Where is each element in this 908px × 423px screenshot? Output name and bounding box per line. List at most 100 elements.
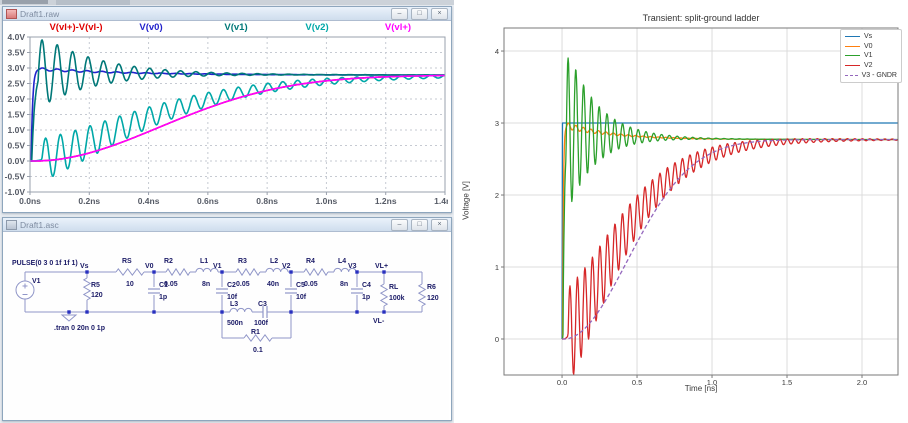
legend-label: Vs <box>864 33 872 40</box>
svg-text:0.6ns: 0.6ns <box>197 196 219 206</box>
schematic-canvas-area[interactable]: PULSE(0 3 0 1f 1f 1) V1 Vs RS 10 V0 R2 0.05 L1 8n… <box>3 232 449 420</box>
toolbar-fragment-piece <box>2 0 48 4</box>
legend-label: V2 <box>864 62 873 69</box>
schematic-label: 10f <box>296 294 307 301</box>
schematic-label: L4 <box>338 258 346 265</box>
waveform-legend-trace[interactable]: V(v1) <box>224 22 247 33</box>
schematic-label: V2 <box>282 263 291 270</box>
schematic-label: 10f <box>227 294 238 301</box>
schematic-label: R3 <box>238 258 247 265</box>
svg-text:3.0V: 3.0V <box>8 63 26 73</box>
svg-text:-1.0V: -1.0V <box>5 187 26 197</box>
figure-legend: Vs V0 V1 V2V3 - GNDR <box>840 29 902 83</box>
plot-grid <box>30 37 445 192</box>
minimize-button[interactable]: – <box>391 219 408 231</box>
schematic-label: 0.1 <box>253 347 263 354</box>
svg-text:3: 3 <box>495 119 499 128</box>
waveform-window-titlebar[interactable]: Draft1.raw – □ × <box>3 7 451 21</box>
schematic-label: 0.05 <box>304 281 318 288</box>
schematic-label: 8n <box>340 281 348 288</box>
schematic-label: Vs <box>80 263 89 270</box>
legend-label: V0 <box>864 43 873 50</box>
schematic-window: Draft1.asc – □ × PULSE(0 3 0 1f 1f 1) V1 V… <box>2 217 452 421</box>
legend-entry: V0 <box>845 42 897 52</box>
schematic-label: 1p <box>159 294 167 301</box>
restore-button[interactable]: □ <box>411 8 428 20</box>
schematic-label: R4 <box>306 258 315 265</box>
schematic-label: L1 <box>200 258 208 265</box>
toolbar-fragment-piece <box>56 0 130 5</box>
waveform-legend-trace[interactable]: V(v0) <box>139 22 162 33</box>
close-button[interactable]: × <box>431 219 448 231</box>
waveform-window: Draft1.raw – □ × V(vl+)-V(vl-) V(v0) V(v1)… <box>2 6 452 213</box>
x-axis-label: Time [ns] <box>504 384 898 393</box>
schematic-label: 120 <box>427 295 439 302</box>
desktop-left-pane: Draft1.raw – □ × V(vl+)-V(vl-) V(v0) V(v1)… <box>0 0 454 423</box>
waveform-canvas[interactable]: 0.0ns0.2ns0.4ns0.6ns0.8ns1.0ns1.2ns1.4ns… <box>4 34 448 210</box>
legend-entry: V3 - GNDR <box>845 70 897 80</box>
restore-button[interactable]: □ <box>411 219 428 231</box>
svg-text:0.2ns: 0.2ns <box>78 196 100 206</box>
schematic-file-icon <box>6 220 17 230</box>
legend-entry: V2 <box>845 61 897 71</box>
schematic-label: R5 <box>91 282 100 289</box>
waveform-file-icon <box>6 9 17 19</box>
schematic-label: PULSE(0 3 0 1f 1f 1) <box>12 260 78 267</box>
schematic-label: V1 <box>213 263 222 270</box>
waveform-legend-trace[interactable]: V(v2) <box>305 22 328 33</box>
svg-text:1.0V: 1.0V <box>8 125 26 135</box>
schematic-label: L2 <box>270 258 278 265</box>
schematic-label: 40n <box>267 281 279 288</box>
waveform-legend-trace[interactable]: V(vl+) <box>385 22 411 33</box>
svg-text:-0.5V: -0.5V <box>5 172 26 182</box>
schematic-canvas[interactable]: PULSE(0 3 0 1f 1f 1) V1 Vs RS 10 V0 R2 0.05 L1 8n… <box>4 232 448 418</box>
legend-swatch <box>845 65 860 66</box>
svg-text:1.5V: 1.5V <box>8 110 26 120</box>
svg-text:2.5V: 2.5V <box>8 79 26 89</box>
schematic-label: 8n <box>202 281 210 288</box>
toolbar-fragment <box>0 0 454 5</box>
svg-text:1.0ns: 1.0ns <box>316 196 338 206</box>
legend-swatch <box>845 55 860 56</box>
schematic-label: R1 <box>251 329 260 336</box>
waveform-plot-area[interactable]: V(vl+)-V(vl-) V(v0) V(v1) V(v2) V(vl+) 0.0ns… <box>3 21 449 211</box>
y-axis-label: Voltage [V] <box>462 151 471 251</box>
schematic-window-titlebar[interactable]: Draft1.asc – □ × <box>3 218 451 232</box>
schematic-label: .tran 0 20n 0 1p <box>54 325 105 332</box>
svg-text:0.0V: 0.0V <box>8 156 26 166</box>
screenshot-root: Draft1.raw – □ × V(vl+)-V(vl-) V(v0) V(v1)… <box>0 0 908 423</box>
plot-series <box>30 40 445 176</box>
legend-swatch <box>845 75 858 76</box>
legend-entry: Vs <box>845 32 897 42</box>
waveform-legend-trace[interactable]: V(vl+)-V(vl-) <box>49 22 102 33</box>
schematic-label: C1 <box>159 282 168 289</box>
schematic-label: V1 <box>32 278 41 285</box>
close-button[interactable]: × <box>431 8 448 20</box>
schematic-label: 0.05 <box>236 281 250 288</box>
schematic-label: V0 <box>145 263 154 270</box>
legend-label: V1 <box>864 52 873 59</box>
schematic-label: C2 <box>227 282 236 289</box>
schematic-label: RL <box>389 284 399 291</box>
svg-text:2: 2 <box>495 191 499 200</box>
svg-text:4: 4 <box>495 47 499 56</box>
schematic-label: VL+ <box>375 263 388 270</box>
plot-series <box>562 58 898 374</box>
schematic-window-title: Draft1.asc <box>20 220 388 230</box>
svg-text:4.0V: 4.0V <box>8 34 26 42</box>
waveform-window-title: Draft1.raw <box>20 9 388 19</box>
svg-text:0.5V: 0.5V <box>8 141 26 151</box>
svg-text:3.5V: 3.5V <box>8 48 26 58</box>
schematic-label: R2 <box>164 258 173 265</box>
schematic-label: RS <box>122 258 132 265</box>
schematic-label: C4 <box>362 282 371 289</box>
svg-text:1.2ns: 1.2ns <box>375 196 397 206</box>
minimize-button[interactable]: – <box>391 8 408 20</box>
schematic-label: 10 <box>126 281 134 288</box>
svg-text:0.0ns: 0.0ns <box>19 196 41 206</box>
svg-text:1.4ns: 1.4ns <box>434 196 448 206</box>
schematic-label: 500n <box>227 320 243 327</box>
legend-entry: V1 <box>845 51 897 61</box>
schematic-label: C3 <box>258 301 267 308</box>
schematic-label: C5 <box>296 282 305 289</box>
